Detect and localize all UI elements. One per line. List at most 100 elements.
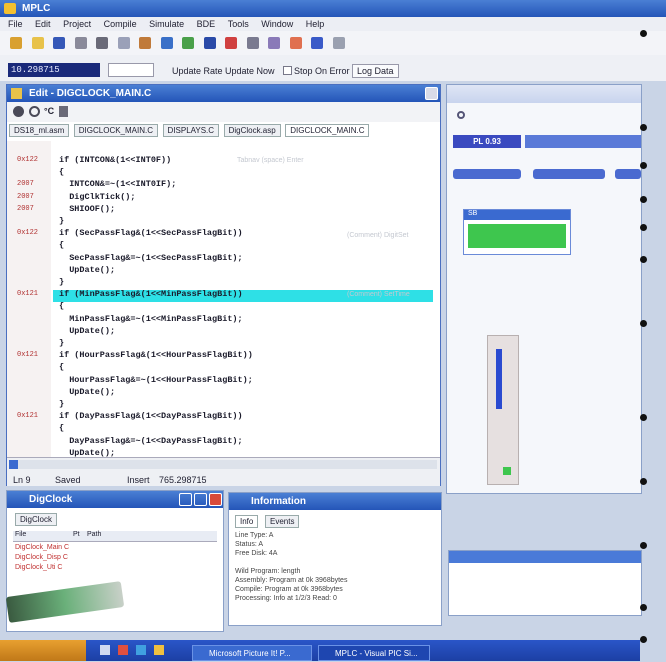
info-line: Compile: Program at 0k 3968bytes	[235, 586, 343, 593]
new-file-icon[interactable]	[10, 37, 22, 49]
compile-icon[interactable]	[182, 37, 195, 49]
update-now-button[interactable]: Update Now	[225, 66, 275, 76]
code-line[interactable]: {	[59, 240, 64, 250]
options-select[interactable]	[615, 169, 641, 179]
menu-help[interactable]: Help	[306, 17, 325, 31]
code-line[interactable]: {	[59, 362, 64, 372]
save-icon[interactable]	[53, 37, 66, 49]
code-line[interactable]: DigClkTick();	[59, 192, 135, 202]
search-icon[interactable]	[457, 111, 465, 119]
code-line[interactable]: }	[59, 338, 64, 348]
tab-digclock-main-active[interactable]: DIGCLOCK_MAIN.C	[285, 124, 370, 137]
menu-window[interactable]: Window	[261, 17, 293, 31]
column-pt[interactable]: Pt	[73, 531, 80, 538]
code-line[interactable]: UpDate();	[59, 448, 115, 458]
binder-hole	[640, 542, 647, 549]
tab-digclock-main[interactable]: DIGCLOCK_MAIN.C	[73, 124, 158, 137]
menu-compile[interactable]: Compile	[104, 17, 137, 31]
tab-info[interactable]: Info	[235, 515, 259, 528]
information-panel: Information Info Events Line Type: A Sta…	[228, 492, 442, 626]
digclock-panel: DigClock DigClock File Pt Path DigClock_…	[5, 490, 224, 632]
rate-input[interactable]	[108, 63, 154, 77]
taskbar-item-picture-it[interactable]: Microsoft Picture It! P...	[192, 645, 312, 661]
mode-select[interactable]	[533, 169, 605, 179]
code-line[interactable]: {	[59, 167, 64, 177]
code-line[interactable]: UpDate();	[59, 387, 115, 397]
step-icon[interactable]	[246, 37, 259, 49]
device-select[interactable]	[453, 169, 521, 179]
taskbar-item-mplc[interactable]: MPLC - Visual PIC Si...	[318, 645, 430, 661]
maximize-icon[interactable]	[194, 493, 207, 506]
info-title: Information	[251, 496, 306, 507]
tab-digclock-asp[interactable]: DigClock.asp	[223, 124, 281, 137]
code-line[interactable]: UpDate();	[59, 326, 115, 336]
code-line[interactable]: INTCON&=~(1<<INT0IF);	[59, 179, 176, 189]
menu-simulate[interactable]: Simulate	[149, 17, 184, 31]
list-item[interactable]: DigClock_Uti C	[15, 564, 62, 571]
chip-pinout	[487, 335, 519, 485]
run-icon[interactable]	[13, 106, 24, 117]
code-line[interactable]: if (DayPassFlag&(1<<DayPassFlagBit))	[59, 411, 243, 421]
settings-icon[interactable]	[332, 37, 345, 49]
find-icon[interactable]	[160, 37, 173, 49]
code-line[interactable]: {	[59, 423, 64, 433]
list-item[interactable]: DigClock_Disp C	[15, 554, 68, 561]
chip-icon[interactable]	[311, 37, 324, 49]
tab-displays[interactable]: DISPLAYS.C	[162, 124, 220, 137]
code-line[interactable]: HourPassFlag&=~(1<<HourPassFlagBit);	[59, 375, 253, 385]
quick-launch-icon[interactable]	[118, 645, 128, 655]
code-line[interactable]: }	[59, 277, 64, 287]
hscrollbar[interactable]	[9, 460, 437, 469]
print-icon[interactable]	[74, 37, 87, 49]
close-icon[interactable]	[209, 493, 222, 506]
log-data-button[interactable]: Log Data	[352, 64, 399, 78]
temperature-icon[interactable]: °C	[44, 106, 54, 116]
code-line[interactable]: {	[59, 301, 64, 311]
code-line[interactable]: if (MinPassFlag&(1<<MinPassFlagBit))	[59, 289, 243, 299]
quick-launch-icon[interactable]	[136, 645, 146, 655]
column-file[interactable]: File	[15, 531, 26, 538]
status-saved: Saved	[55, 475, 81, 485]
menu-tools[interactable]: Tools	[228, 17, 249, 31]
menu-edit[interactable]: Edit	[35, 17, 51, 31]
code-line[interactable]: if (HourPassFlag&(1<<HourPassFlagBit))	[59, 350, 253, 360]
hscrollbar-left-arrow[interactable]	[9, 460, 18, 469]
quick-launch-icon[interactable]	[100, 645, 110, 655]
paste-icon[interactable]	[139, 37, 152, 49]
panel-tab[interactable]	[525, 135, 641, 148]
code-line[interactable]: if (SecPassFlag&(1<<SecPassFlagBit))	[59, 228, 243, 238]
quick-launch-icon[interactable]	[154, 645, 164, 655]
open-folder-icon[interactable]	[31, 37, 44, 49]
build-icon[interactable]	[203, 37, 216, 49]
tab-events[interactable]: Events	[265, 515, 300, 528]
menu-file[interactable]: File	[8, 17, 23, 31]
tab-digclock[interactable]: DigClock	[15, 513, 58, 526]
code-line[interactable]: MinPassFlag&=~(1<<MinPassFlagBit);	[59, 314, 242, 324]
code-line[interactable]: UpDate();	[59, 265, 115, 275]
menu-project[interactable]: Project	[63, 17, 91, 31]
tab-ds18-asm[interactable]: DS18_ml.asm	[9, 124, 70, 137]
minimize-icon[interactable]	[179, 493, 192, 506]
binder-hole	[640, 224, 647, 231]
copy-icon[interactable]	[117, 37, 130, 49]
start-button[interactable]	[0, 640, 86, 661]
list-item[interactable]: DigClock_Main C	[15, 544, 69, 551]
code-line[interactable]: DayPassFlag&=~(1<<DayPassFlagBit);	[59, 436, 242, 446]
refresh-icon[interactable]	[29, 106, 40, 117]
cut-icon[interactable]	[96, 37, 109, 49]
run-icon[interactable]	[225, 37, 238, 49]
stop-on-error-checkbox[interactable]	[283, 66, 292, 75]
code-line[interactable]: SHIOOF();	[59, 204, 115, 214]
menu-bde[interactable]: BDE	[197, 17, 216, 31]
close-icon[interactable]	[425, 87, 438, 100]
status-insert: Insert	[127, 475, 150, 485]
code-line[interactable]: if (INTCON&(1<<INT0F))	[59, 155, 171, 165]
watch-icon[interactable]	[268, 37, 281, 49]
column-path[interactable]: Path	[87, 531, 101, 538]
debug-icon[interactable]	[289, 37, 302, 49]
code-line[interactable]: }	[59, 216, 64, 226]
code-line[interactable]: }	[59, 399, 64, 409]
clipboard-icon[interactable]	[59, 106, 68, 117]
code-line[interactable]: SecPassFlag&=~(1<<SecPassFlagBit);	[59, 253, 242, 263]
panel-tab-active[interactable]: PL 0.93	[453, 135, 521, 148]
